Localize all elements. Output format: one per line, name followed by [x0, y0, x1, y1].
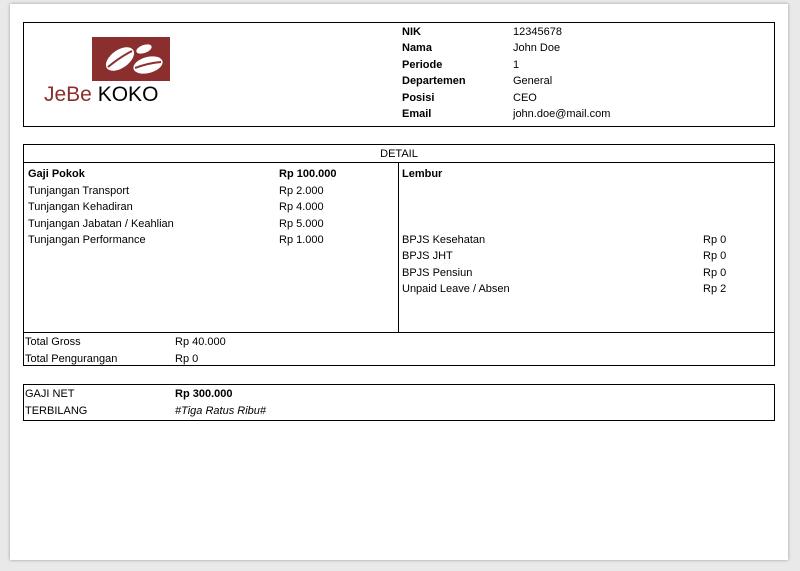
info-label-nama: Nama	[402, 42, 432, 54]
earning-label: Tunjangan Transport	[28, 185, 130, 197]
earning-value: Rp 1.000	[279, 234, 324, 246]
info-value-nama: John Doe	[513, 42, 561, 54]
net-salary-box: GAJI NET Rp 300.000 TERBILANG #Tiga Ratu…	[23, 384, 775, 421]
cocoa-beans-icon	[92, 37, 170, 81]
net-salary-label: GAJI NET	[25, 388, 75, 400]
total-deduction-value: Rp 0	[175, 353, 199, 365]
info-label-periode: Periode	[402, 59, 443, 71]
lembur-label: Lembur	[402, 168, 443, 180]
earning-value: Rp 5.000	[279, 218, 324, 230]
earning-label: Tunjangan Performance	[28, 234, 146, 246]
total-deduction-label: Total Pengurangan	[25, 353, 118, 365]
info-label-posisi: Posisi	[402, 92, 435, 104]
amount-in-words-value: #Tiga Ratus Ribu#	[175, 405, 267, 417]
company-logo: JeBe KOKO	[44, 37, 184, 109]
earning-value: Rp 2.000	[279, 185, 324, 197]
deduction-value: Rp 0	[703, 267, 727, 279]
info-value-email: john.doe@mail.com	[513, 108, 611, 120]
deduction-label: BPJS Kesehatan	[402, 234, 486, 246]
detail-column-divider	[398, 162, 399, 332]
info-label-email: Email	[402, 108, 432, 120]
amount-in-words-label: TERBILANG	[25, 405, 88, 417]
net-salary-value: Rp 300.000	[175, 388, 233, 400]
logo-text-koko: KOKO	[97, 83, 159, 106]
info-value-posisi: CEO	[513, 92, 537, 104]
detail-title-divider	[24, 162, 774, 163]
info-value-nik: 12345678	[513, 26, 562, 38]
info-value-departemen: General	[513, 75, 553, 87]
deduction-label: BPJS JHT	[402, 250, 453, 262]
earning-value: Rp 4.000	[279, 201, 324, 213]
earning-value: Rp 100.000	[279, 168, 337, 180]
total-gross-label: Total Gross	[25, 336, 81, 348]
deduction-label: Unpaid Leave / Absen	[402, 283, 510, 295]
earning-label: Gaji Pokok	[28, 168, 85, 180]
logo-text-jebe: JeBe	[44, 83, 92, 106]
deduction-label: BPJS Pensiun	[402, 267, 473, 279]
total-gross-value: Rp 40.000	[175, 336, 226, 348]
deduction-value: Rp 0	[703, 250, 727, 262]
detail-totals-divider	[24, 332, 774, 333]
detail-title: DETAIL	[380, 148, 418, 160]
logo-text: JeBe KOKO	[44, 83, 158, 107]
header-box: JeBe KOKO NIK 12345678 Nama John Doe Per…	[23, 22, 775, 127]
earning-label: Tunjangan Jabatan / Keahlian	[28, 218, 174, 230]
info-label-nik: NIK	[402, 26, 421, 38]
deduction-value: Rp 2	[703, 283, 727, 295]
earning-label: Tunjangan Kehadiran	[28, 201, 133, 213]
info-value-periode: 1	[513, 59, 520, 71]
deduction-value: Rp 0	[703, 234, 727, 246]
info-label-departemen: Departemen	[402, 75, 466, 87]
detail-box: DETAIL Gaji Pokok Rp 100.000 Tunjangan T…	[23, 144, 775, 366]
payslip-page: JeBe KOKO NIK 12345678 Nama John Doe Per…	[10, 4, 788, 560]
